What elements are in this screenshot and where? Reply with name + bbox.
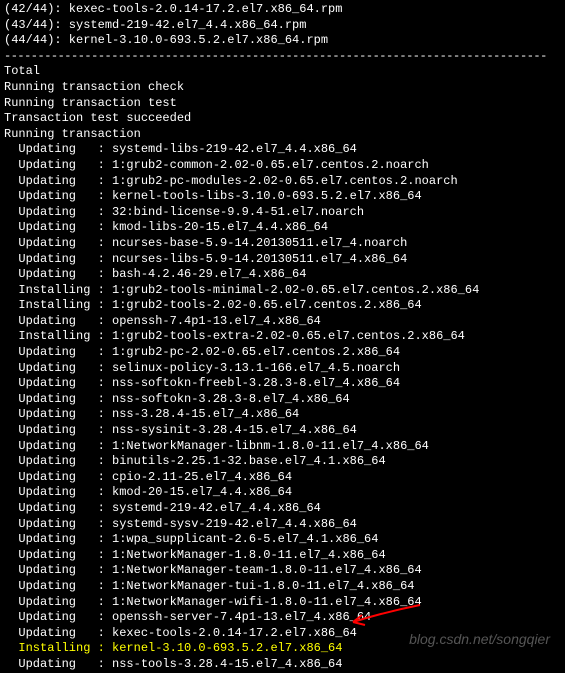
download-line: (42/44): kexec-tools-2.0.14-17.2.el7.x86…	[4, 2, 561, 18]
operation-line: Updating : nss-softokn-freebl-3.28.3-8.e…	[4, 376, 561, 392]
separator: ----------------------------------------…	[4, 49, 561, 65]
operation-line: Updating : 1:NetworkManager-tui-1.8.0-11…	[4, 579, 561, 595]
terminal-output: (42/44): kexec-tools-2.0.14-17.2.el7.x86…	[4, 2, 561, 673]
operation-line: Updating : systemd-libs-219-42.el7_4.4.x…	[4, 142, 561, 158]
operation-line: Updating : kmod-libs-20-15.el7_4.4.x86_6…	[4, 220, 561, 236]
download-line: (44/44): kernel-3.10.0-693.5.2.el7.x86_6…	[4, 33, 561, 49]
operation-line: Updating : nss-sysinit-3.28.4-15.el7_4.x…	[4, 423, 561, 439]
operation-line: Updating : 1:grub2-pc-2.02-0.65.el7.cent…	[4, 345, 561, 361]
operation-line: Updating : nss-softokn-3.28.3-8.el7_4.x8…	[4, 392, 561, 408]
operation-line: Updating : 1:NetworkManager-libnm-1.8.0-…	[4, 439, 561, 455]
operation-line: Installing : 1:grub2-tools-2.02-0.65.el7…	[4, 298, 561, 314]
download-line: (43/44): systemd-219-42.el7_4.4.x86_64.r…	[4, 18, 561, 34]
summary-line: Running transaction	[4, 127, 561, 143]
summary-line: Running transaction test	[4, 96, 561, 112]
operation-line: Updating : nss-tools-3.28.4-15.el7_4.x86…	[4, 657, 561, 673]
operation-line: Updating : nss-3.28.4-15.el7_4.x86_64	[4, 407, 561, 423]
operation-line: Updating : 1:NetworkManager-wifi-1.8.0-1…	[4, 595, 561, 611]
operation-line: Updating : 32:bind-license-9.9.4-51.el7.…	[4, 205, 561, 221]
operation-line: Updating : openssh-server-7.4p1-13.el7_4…	[4, 610, 561, 626]
operation-line: Updating : 1:NetworkManager-team-1.8.0-1…	[4, 563, 561, 579]
operation-line: Updating : 1:grub2-pc-modules-2.02-0.65.…	[4, 174, 561, 190]
operation-line: Updating : ncurses-base-5.9-14.20130511.…	[4, 236, 561, 252]
operation-line: Updating : kernel-tools-libs-3.10.0-693.…	[4, 189, 561, 205]
operation-line: Updating : openssh-7.4p1-13.el7_4.x86_64	[4, 314, 561, 330]
operation-line: Updating : 1:wpa_supplicant-2.6-5.el7_4.…	[4, 532, 561, 548]
operation-line: Updating : binutils-2.25.1-32.base.el7_4…	[4, 454, 561, 470]
operation-line: Updating : kmod-20-15.el7_4.4.x86_64	[4, 485, 561, 501]
operation-line: Updating : systemd-219-42.el7_4.4.x86_64	[4, 501, 561, 517]
summary-line: Running transaction check	[4, 80, 561, 96]
operation-line: Updating : 1:grub2-common-2.02-0.65.el7.…	[4, 158, 561, 174]
operation-line: Updating : bash-4.2.46-29.el7_4.x86_64	[4, 267, 561, 283]
operation-line: Updating : 1:NetworkManager-1.8.0-11.el7…	[4, 548, 561, 564]
operation-line: Updating : ncurses-libs-5.9-14.20130511.…	[4, 252, 561, 268]
summary-line: Transaction test succeeded	[4, 111, 561, 127]
operation-line: Installing : 1:grub2-tools-extra-2.02-0.…	[4, 329, 561, 345]
operation-line: Installing : kernel-3.10.0-693.5.2.el7.x…	[4, 641, 561, 657]
operation-line: Updating : kexec-tools-2.0.14-17.2.el7.x…	[4, 626, 561, 642]
operation-line: Updating : cpio-2.11-25.el7_4.x86_64	[4, 470, 561, 486]
operation-line: Installing : 1:grub2-tools-minimal-2.02-…	[4, 283, 561, 299]
operation-line: Updating : selinux-policy-3.13.1-166.el7…	[4, 361, 561, 377]
operation-line: Updating : systemd-sysv-219-42.el7_4.4.x…	[4, 517, 561, 533]
summary-line: Total	[4, 64, 561, 80]
